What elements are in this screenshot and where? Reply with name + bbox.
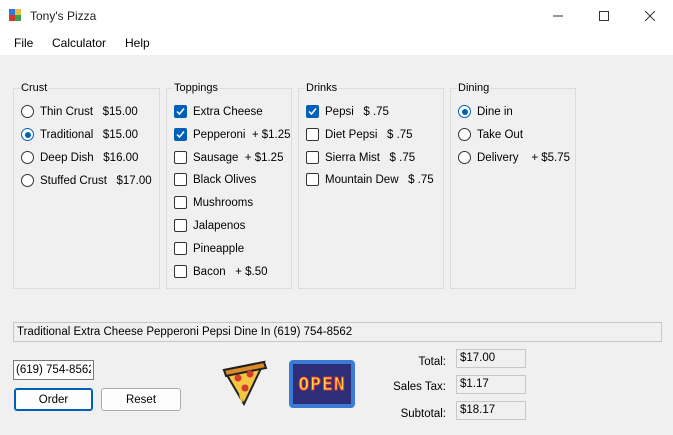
checkbox-sierra-mist[interactable] bbox=[306, 151, 319, 164]
drink-label: Sierra Mist $ .75 bbox=[325, 151, 416, 164]
check-icon bbox=[176, 108, 185, 116]
crust-option-label: Deep Dish $16.00 bbox=[40, 151, 139, 164]
order-summary: Traditional Extra Cheese Pepperoni Pepsi… bbox=[13, 322, 662, 342]
crust-option-stuffed[interactable]: Stuffed Crust $17.00 bbox=[21, 174, 152, 187]
app-icon bbox=[9, 9, 21, 21]
dining-option-label: Dine in bbox=[477, 105, 513, 118]
checkbox-sausage[interactable] bbox=[174, 151, 187, 164]
crust-radio-traditional[interactable] bbox=[21, 128, 34, 141]
dining-option-label: Take Out bbox=[477, 128, 524, 141]
dining-group: Dining Dine in Take Out Delivery + $5.75 bbox=[450, 82, 576, 289]
title-bar: Tony's Pizza bbox=[0, 0, 673, 31]
crust-option-label: Thin Crust $15.00 bbox=[40, 105, 138, 118]
topping-jalapenos[interactable]: Jalapenos bbox=[174, 219, 245, 232]
minimize-icon bbox=[553, 15, 563, 16]
window-title: Tony's Pizza bbox=[30, 9, 97, 23]
checkbox-black-olives[interactable] bbox=[174, 173, 187, 186]
menu-file[interactable]: File bbox=[14, 36, 33, 50]
crust-option-thin[interactable]: Thin Crust $15.00 bbox=[21, 105, 138, 118]
topping-sausage[interactable]: Sausage + $1.25 bbox=[174, 151, 283, 164]
close-button[interactable] bbox=[627, 0, 673, 31]
crust-radio-stuffed[interactable] bbox=[21, 174, 34, 187]
crust-option-deep-dish[interactable]: Deep Dish $16.00 bbox=[21, 151, 138, 164]
crust-radio-deep-dish[interactable] bbox=[21, 151, 34, 164]
dining-option-delivery[interactable]: Delivery + $5.75 bbox=[458, 151, 570, 164]
reset-button[interactable]: Reset bbox=[101, 388, 181, 411]
dining-radio-delivery[interactable] bbox=[458, 151, 471, 164]
topping-black-olives[interactable]: Black Olives bbox=[174, 173, 256, 186]
crust-option-traditional[interactable]: Traditional $15.00 bbox=[21, 128, 138, 141]
checkbox-mountain-dew[interactable] bbox=[306, 173, 319, 186]
topping-label: Mushrooms bbox=[193, 196, 254, 209]
maximize-button[interactable] bbox=[581, 0, 627, 31]
topping-label: Black Olives bbox=[193, 173, 257, 186]
minimize-button[interactable] bbox=[535, 0, 581, 31]
sales-tax-label: Sales Tax: bbox=[393, 381, 446, 393]
drink-label: Pepsi $ .75 bbox=[325, 105, 389, 118]
topping-label: Bacon + $.50 bbox=[193, 265, 268, 278]
topping-label: Extra Cheese bbox=[193, 105, 263, 118]
dining-radio-take-out[interactable] bbox=[458, 128, 471, 141]
toppings-group-label: Toppings bbox=[173, 82, 220, 94]
checkbox-diet-pepsi[interactable] bbox=[306, 128, 319, 141]
topping-pepperoni[interactable]: Pepperoni + $1.25 bbox=[174, 128, 291, 141]
topping-label: Sausage + $1.25 bbox=[193, 151, 284, 164]
checkbox-pepsi[interactable] bbox=[306, 105, 319, 118]
crust-radio-thin[interactable] bbox=[21, 105, 34, 118]
topping-extra-cheese[interactable]: Extra Cheese bbox=[174, 105, 263, 118]
crust-option-label: Traditional $15.00 bbox=[40, 128, 139, 141]
drink-label: Diet Pepsi $ .75 bbox=[325, 128, 413, 141]
open-sign-text: OPEN bbox=[298, 373, 346, 395]
maximize-icon bbox=[599, 10, 609, 21]
checkbox-bacon[interactable] bbox=[174, 265, 187, 278]
subtotal-label: Subtotal: bbox=[400, 408, 446, 420]
sales-tax-value: $1.17 bbox=[456, 375, 526, 394]
toppings-group: Toppings Extra Cheese Pepperoni + $1.25 … bbox=[166, 82, 292, 289]
dining-option-take-out[interactable]: Take Out bbox=[458, 128, 523, 141]
total-label: Total: bbox=[418, 356, 447, 368]
phone-input[interactable] bbox=[13, 360, 94, 380]
order-button[interactable]: Order bbox=[14, 388, 93, 411]
check-icon bbox=[308, 108, 317, 116]
drinks-group-label: Drinks bbox=[305, 82, 339, 94]
checkbox-jalapenos[interactable] bbox=[174, 219, 187, 232]
dining-group-label: Dining bbox=[457, 82, 491, 94]
drink-mountain-dew[interactable]: Mountain Dew $ .75 bbox=[306, 173, 434, 186]
check-icon bbox=[176, 131, 185, 139]
checkbox-mushrooms[interactable] bbox=[174, 196, 187, 209]
drink-label: Mountain Dew $ .75 bbox=[325, 173, 434, 186]
menu-bar: File Calculator Help bbox=[0, 31, 673, 55]
crust-group-label: Crust bbox=[20, 82, 49, 94]
open-sign-image: OPEN bbox=[289, 360, 355, 408]
dining-option-dine-in[interactable]: Dine in bbox=[458, 105, 513, 118]
close-icon bbox=[645, 10, 655, 21]
crust-group: Crust Thin Crust $15.00 Traditional $15.… bbox=[13, 82, 160, 289]
menu-calculator[interactable]: Calculator bbox=[52, 36, 106, 50]
topping-label: Pineapple bbox=[193, 242, 245, 255]
menu-help[interactable]: Help bbox=[125, 36, 150, 50]
drink-pepsi[interactable]: Pepsi $ .75 bbox=[306, 105, 389, 118]
checkbox-extra-cheese[interactable] bbox=[174, 105, 187, 118]
dining-option-label: Delivery + $5.75 bbox=[477, 151, 571, 164]
crust-option-label: Stuffed Crust $17.00 bbox=[40, 174, 152, 187]
checkbox-pineapple[interactable] bbox=[174, 242, 187, 255]
drink-diet-pepsi[interactable]: Diet Pepsi $ .75 bbox=[306, 128, 413, 141]
drinks-group: Drinks Pepsi $ .75 Diet Pepsi $ .75 Sier… bbox=[298, 82, 444, 289]
topping-pineapple[interactable]: Pineapple bbox=[174, 242, 244, 255]
total-value: $17.00 bbox=[456, 349, 526, 368]
topping-label: Pepperoni + $1.25 bbox=[193, 128, 291, 141]
pizza-slice-icon bbox=[222, 360, 268, 407]
checkbox-pepperoni[interactable] bbox=[174, 128, 187, 141]
topping-mushrooms[interactable]: Mushrooms bbox=[174, 196, 253, 209]
subtotal-value: $18.17 bbox=[456, 401, 526, 420]
dining-radio-dine-in[interactable] bbox=[458, 105, 471, 118]
topping-bacon[interactable]: Bacon + $.50 bbox=[174, 265, 268, 278]
topping-label: Jalapenos bbox=[193, 219, 246, 232]
drink-sierra-mist[interactable]: Sierra Mist $ .75 bbox=[306, 151, 415, 164]
